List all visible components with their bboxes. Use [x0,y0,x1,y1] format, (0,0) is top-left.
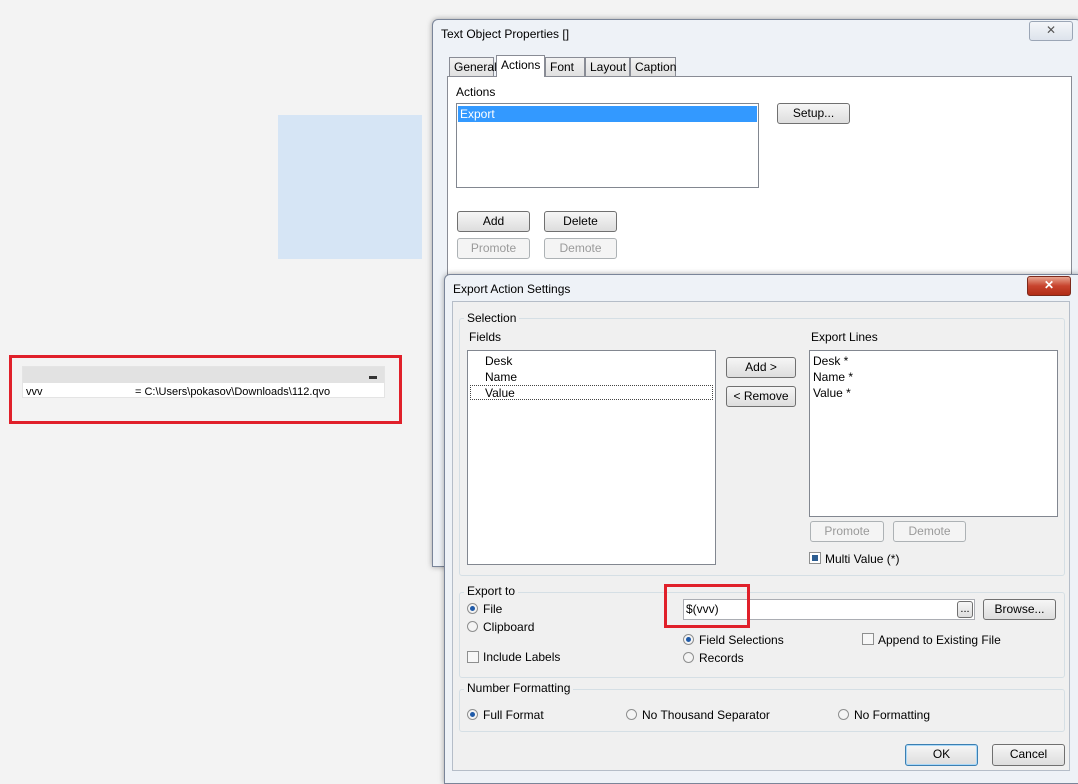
cancel-button[interactable]: Cancel [992,744,1065,766]
export-promote-button[interactable]: Promote [810,521,884,542]
remove-field-button[interactable]: < Remove [726,386,796,407]
variable-box-header [23,367,384,383]
fields-list[interactable]: Desk Name Value [467,350,716,565]
no-formatting-label: No Formatting [854,708,931,722]
no-formatting-radio[interactable] [838,709,849,720]
demote-button[interactable]: Demote [544,238,617,259]
field-item-value: Value [485,386,515,400]
multi-value-checkbox[interactable] [809,552,821,564]
include-labels-label: Include Labels [483,650,561,664]
append-label: Append to Existing File [878,633,1001,647]
clipboard-radio-label: Clipboard [483,620,535,634]
list-item-export[interactable]: Export [458,106,757,122]
field-item-desk[interactable]: Desk [485,354,512,368]
full-format-radio[interactable] [467,709,478,720]
clipboard-radio[interactable] [467,621,478,632]
promote-button[interactable]: Promote [457,238,530,259]
list-item-label: Export [460,107,495,121]
include-labels-checkbox[interactable] [467,651,479,663]
export-line-name[interactable]: Name * [813,370,853,384]
dialog-title: Export Action Settings [453,282,571,296]
fields-label: Fields [469,330,502,344]
field-selections-label: Field Selections [699,633,784,647]
actions-label: Actions [456,85,496,99]
close-icon[interactable]: ✕ [1029,21,1073,41]
export-to-label: Export to [464,584,519,598]
multi-value-label: Multi Value (*) [825,552,900,566]
tab-general[interactable]: General [449,57,497,76]
tab-caption[interactable]: Caption [630,57,676,76]
browse-button[interactable]: Browse... [983,599,1056,620]
delete-button[interactable]: Delete [544,211,617,232]
export-demote-button[interactable]: Demote [893,521,966,542]
variable-name: vvv [26,386,43,398]
file-radio[interactable] [467,603,478,614]
tab-font[interactable]: Font [545,57,585,76]
no-thousand-radio[interactable] [626,709,637,720]
export-line-value[interactable]: Value * [813,386,851,400]
records-label: Records [699,651,744,665]
annotation-red-box-filepath [664,584,750,628]
export-lines-label: Export Lines [811,330,878,344]
actions-list[interactable]: Export [456,103,759,188]
add-button[interactable]: Add [457,211,530,232]
field-item-name[interactable]: Name [485,370,517,384]
number-formatting-label: Number Formatting [464,681,574,695]
export-lines-list[interactable]: Desk * Name * Value * [809,350,1058,517]
selection-highlight-square [278,115,422,259]
no-thousand-label: No Thousand Separator [642,708,770,722]
variable-overview-box: vvv = C:\Users\pokasov\Downloads\112.qvo [22,366,385,398]
variable-value: = C:\Users\pokasov\Downloads\112.qvo [135,386,331,398]
ellipsis-button[interactable]: ... [957,601,973,618]
ok-button[interactable]: OK [905,744,978,766]
window-title: Text Object Properties [] [441,27,570,41]
selection-group-label: Selection [464,311,520,325]
close-icon[interactable]: ✕ [1027,276,1071,296]
tab-actions[interactable]: Actions [496,55,545,77]
tab-layout[interactable]: Layout [585,57,630,76]
export-line-desk[interactable]: Desk * [813,354,848,368]
setup-button[interactable]: Setup... [777,103,850,124]
full-format-label: Full Format [483,708,544,722]
field-item-value-focus[interactable]: Value [470,385,713,400]
file-radio-label: File [483,602,503,616]
append-checkbox[interactable] [862,633,874,645]
minimize-icon[interactable] [369,376,377,379]
add-field-button[interactable]: Add > [726,357,796,378]
records-radio[interactable] [683,652,694,663]
field-selections-radio[interactable] [683,634,694,645]
